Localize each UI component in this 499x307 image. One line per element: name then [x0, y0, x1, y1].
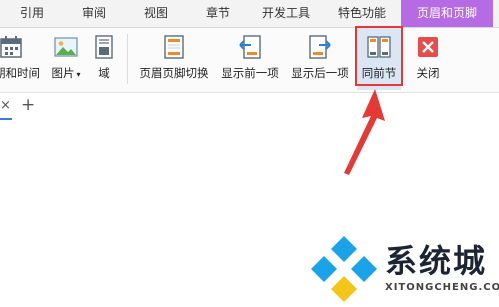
ribbon-separator	[127, 34, 128, 84]
tab-review[interactable]: 审阅	[70, 0, 118, 27]
tab-section[interactable]: 章节	[194, 0, 242, 27]
show-previous-icon	[239, 35, 261, 59]
dropdown-arrow-icon: ▾	[76, 70, 81, 79]
show-previous-button[interactable]: 显示前一项	[216, 28, 284, 90]
header-footer-switch-icon	[164, 35, 184, 59]
calendar-icon	[0, 36, 22, 58]
tab-developer-tools[interactable]: 开发工具	[254, 0, 318, 27]
date-time-button[interactable]: 期和时间	[0, 28, 40, 90]
highlight-box	[355, 26, 403, 86]
watermark-title: 系统城	[385, 242, 488, 280]
tab-references[interactable]: 引用	[8, 0, 56, 27]
watermark-subtitle: XITONGCHENG.COM	[385, 282, 499, 293]
show-next-icon	[309, 35, 331, 59]
field-button[interactable]: 域	[88, 28, 120, 90]
document-close-icon[interactable]: ×	[0, 98, 11, 113]
tab-view[interactable]: 视图	[132, 0, 180, 27]
watermark-diamond-icon	[311, 236, 377, 302]
close-label: 关闭	[416, 66, 440, 80]
show-next-label: 显示后一项	[291, 66, 349, 80]
picture-icon	[54, 37, 78, 57]
close-icon	[418, 37, 438, 57]
picture-label: 图片	[51, 66, 75, 80]
show-next-button[interactable]: 显示后一项	[286, 28, 354, 90]
picture-button[interactable]: 图片 ▾	[46, 28, 86, 90]
switch-header-footer-button[interactable]: 页眉页脚切换	[136, 28, 212, 90]
ribbon-tab-bar: 引用 审阅 视图 章节 开发工具 特色功能 页眉和页脚	[0, 0, 499, 28]
tab-special-features[interactable]: 特色功能	[330, 0, 394, 27]
show-previous-label: 显示前一项	[221, 66, 279, 80]
close-header-footer-button[interactable]: 关闭	[410, 28, 446, 90]
watermark-logo: 系统城 XITONGCHENG.COM	[305, 230, 499, 307]
date-time-label: 期和时间	[0, 66, 40, 80]
document-tab-strip: × +	[0, 93, 499, 121]
active-document-indicator	[0, 118, 12, 120]
new-document-icon[interactable]: +	[21, 95, 35, 115]
switch-header-footer-label: 页眉页脚切换	[139, 66, 209, 80]
ribbon-toolbar: 期和时间 图片▾ 域 页眉页脚切换	[0, 28, 499, 93]
tab-header-footer[interactable]: 页眉和页脚	[401, 0, 493, 27]
field-icon	[95, 35, 113, 59]
field-label: 域	[98, 66, 110, 80]
